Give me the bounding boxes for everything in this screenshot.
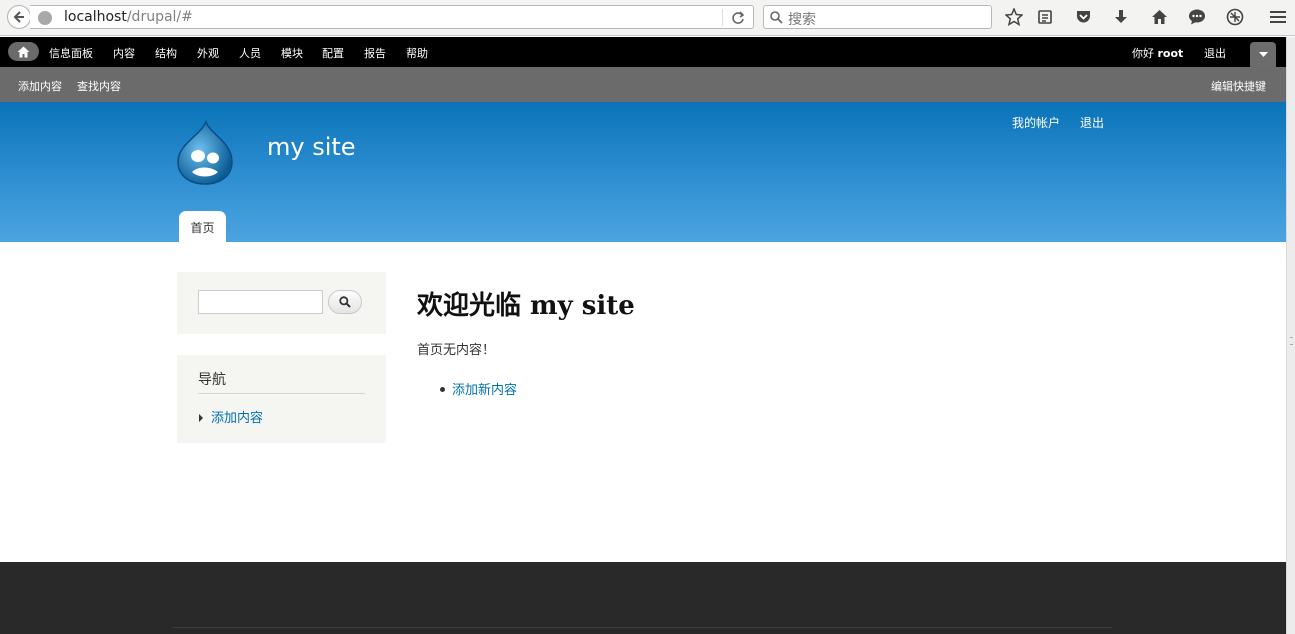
toolbar-logout-link[interactable]: 退出 xyxy=(1204,45,1226,61)
back-button[interactable] xyxy=(7,5,31,29)
url-text: localhost/drupal/# xyxy=(64,9,193,25)
site-header: my site 我的帐户 退出 首页 xyxy=(0,102,1286,242)
toolbar-home-button[interactable] xyxy=(8,42,39,61)
chevron-down-icon xyxy=(1258,51,1268,57)
nav-item-add-content[interactable]: 添加内容 xyxy=(199,407,263,426)
browser-toolbar: localhost/drupal/# 搜索 xyxy=(0,0,1295,36)
edit-shortcuts-link[interactable]: 编辑快捷键 xyxy=(1211,78,1266,94)
search-icon xyxy=(339,296,351,308)
toolbar-item-reports[interactable]: 报告 xyxy=(364,45,386,61)
navigation-title: 导航 xyxy=(198,372,226,388)
reload-icon[interactable] xyxy=(730,10,746,26)
url-divider xyxy=(722,9,723,26)
browser-search-input[interactable]: 搜索 xyxy=(763,5,992,29)
page-title: 欢迎光临 my site xyxy=(417,291,635,321)
url-bar[interactable]: localhost/drupal/# xyxy=(30,5,754,29)
home-icon xyxy=(17,46,30,57)
bullet-icon xyxy=(440,387,445,392)
toolbar-item-content[interactable]: 内容 xyxy=(113,45,135,61)
addon-icon[interactable] xyxy=(1225,7,1245,27)
chat-icon[interactable] xyxy=(1187,7,1207,27)
admin-toolbar: 信息面板 内容 结构 外观 人员 模块 配置 报告 帮助 你好 root 退出 xyxy=(0,37,1286,67)
page-scrollbar[interactable] xyxy=(1286,37,1295,634)
pocket-icon[interactable] xyxy=(1073,7,1093,27)
toolbar-item-help[interactable]: 帮助 xyxy=(406,45,428,61)
toolbar-item-dashboard[interactable]: 信息面板 xyxy=(49,45,93,61)
globe-icon xyxy=(38,11,52,25)
toolbar-drawer-toggle[interactable] xyxy=(1250,42,1276,67)
tab-home[interactable]: 首页 xyxy=(179,211,226,242)
my-account-link[interactable]: 我的帐户 xyxy=(1012,114,1060,131)
search-icon xyxy=(770,11,783,24)
toolbar-item-config[interactable]: 配置 xyxy=(322,45,344,61)
triangle-right-icon xyxy=(199,414,203,422)
list-item[interactable]: 添加新内容 xyxy=(440,379,517,398)
shortcut-add-content[interactable]: 添加内容 xyxy=(18,78,62,94)
reading-list-icon[interactable] xyxy=(1035,7,1055,27)
search-input[interactable] xyxy=(198,290,323,314)
logout-link[interactable]: 退出 xyxy=(1080,114,1104,131)
search-block xyxy=(177,272,386,334)
drupal-logo-icon[interactable] xyxy=(176,120,234,186)
shortcut-bar: 添加内容 查找内容 编辑快捷键 xyxy=(0,67,1286,102)
back-arrow-icon xyxy=(13,11,24,23)
bookmark-star-icon[interactable] xyxy=(1004,7,1024,27)
site-footer xyxy=(0,562,1286,634)
toolbar-item-modules[interactable]: 模块 xyxy=(281,45,303,61)
home-icon[interactable] xyxy=(1149,7,1169,27)
scrollbar-grip[interactable] xyxy=(1290,337,1293,345)
site-name[interactable]: my site xyxy=(267,133,356,161)
search-placeholder: 搜索 xyxy=(788,12,816,28)
hamburger-menu-icon[interactable] xyxy=(1268,7,1288,27)
navigation-divider xyxy=(198,393,365,394)
navigation-block: 导航 添加内容 xyxy=(177,355,386,443)
toolbar-user-greeting[interactable]: 你好 root xyxy=(1132,45,1183,61)
search-button[interactable] xyxy=(328,290,362,314)
toolbar-item-structure[interactable]: 结构 xyxy=(155,45,177,61)
download-icon[interactable] xyxy=(1111,7,1131,27)
toolbar-item-appearance[interactable]: 外观 xyxy=(197,45,219,61)
toolbar-item-people[interactable]: 人员 xyxy=(239,45,261,61)
shortcut-find-content[interactable]: 查找内容 xyxy=(77,78,121,94)
add-new-content-link[interactable]: 添加新内容 xyxy=(452,383,517,398)
footer-divider xyxy=(172,627,1112,628)
empty-front-message: 首页无内容！ xyxy=(417,343,496,358)
